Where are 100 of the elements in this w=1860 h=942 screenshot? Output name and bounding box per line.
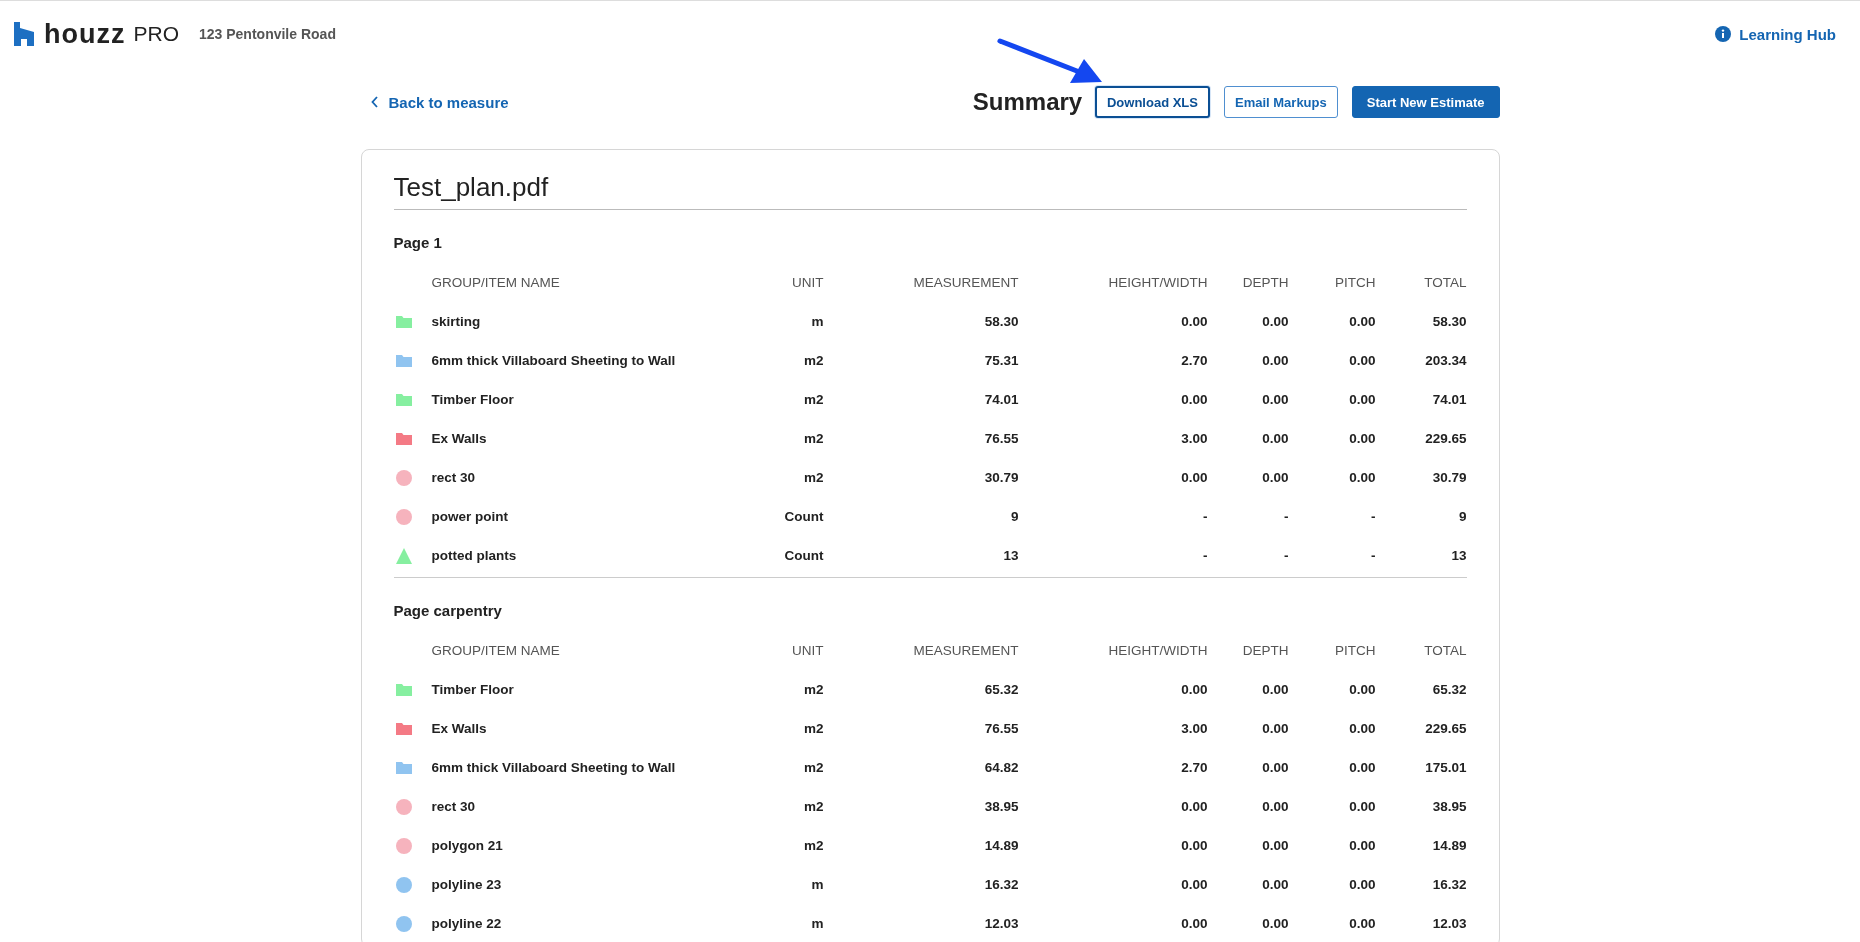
table-cell-text: 0.00: [1261, 838, 1289, 853]
table-cell-text: -: [1283, 548, 1289, 563]
table-cell-text: 58.30: [983, 314, 1019, 329]
table-cell-text: 14.89: [983, 838, 1019, 853]
table-cell-text: 203.34: [1424, 353, 1467, 368]
table-cell-text: 0.00: [1348, 799, 1376, 814]
learning-hub-link[interactable]: Learning Hub: [1715, 25, 1836, 43]
table-cell-text: 9: [1010, 509, 1019, 524]
item-name: skirting: [431, 314, 482, 329]
item-name: Timber Floor: [431, 392, 515, 407]
column-header: MEASUREMENT: [912, 275, 1019, 290]
table-cell-text: 2.70: [1180, 353, 1208, 368]
table-cell-text: m2: [803, 353, 824, 368]
page-title: Summary: [971, 88, 1083, 116]
item-name: potted plants: [431, 548, 518, 563]
table-cell-text: 16.32: [983, 877, 1019, 892]
table-cell-text: 0.00: [1261, 799, 1289, 814]
table-cell-text: 0.00: [1261, 314, 1289, 329]
table-cell-text: 0.00: [1348, 760, 1376, 775]
table-cell-text: 0.00: [1261, 916, 1289, 931]
column-header: UNIT: [791, 275, 824, 290]
section-title: Page carpentry: [393, 602, 503, 619]
item-name: power point: [431, 509, 509, 524]
logo-text: houzz: [44, 18, 126, 50]
table-cell-text: m2: [803, 721, 824, 736]
table-cell-text: 0.00: [1180, 470, 1208, 485]
table-cell-text: 76.55: [983, 721, 1019, 736]
table-cell-text: 0.00: [1261, 877, 1289, 892]
table-cell-text: m2: [803, 682, 824, 697]
item-name: polyline 23: [431, 877, 503, 892]
table-cell-text: 0.00: [1348, 916, 1376, 931]
table-cell-text: 0.00: [1261, 760, 1289, 775]
table-cell-text: 76.55: [983, 431, 1019, 446]
table-cell-text: 0.00: [1348, 682, 1376, 697]
table-cell-text: Count: [783, 509, 824, 524]
table-cell-text: 0.00: [1261, 682, 1289, 697]
table-cell-text: 65.32: [1431, 682, 1467, 697]
table-cell-text: 38.95: [1431, 799, 1467, 814]
table-cell-text: m: [810, 314, 824, 329]
table-cell-text: 75.31: [983, 353, 1019, 368]
column-header: HEIGHT/WIDTH: [1107, 275, 1208, 290]
logo-suffix: PRO: [133, 22, 179, 46]
table-cell-text: 175.01: [1424, 760, 1467, 775]
table-cell-text: 0.00: [1348, 721, 1376, 736]
info-icon: [1715, 26, 1732, 42]
houzz-logo-icon: [14, 22, 34, 46]
item-name: 6mm thick Villaboard Sheeting to Wall: [431, 353, 677, 368]
item-name: polyline 22: [431, 916, 503, 931]
action-button[interactable]: Start New Estimate: [1351, 86, 1500, 118]
table-cell-text: m2: [803, 431, 824, 446]
item-name: polygon 21: [431, 838, 504, 853]
column-header: GROUP/ITEM NAME: [431, 643, 561, 658]
table-cell-text: 0.00: [1348, 392, 1376, 407]
table-cell-text: 38.95: [983, 799, 1019, 814]
table-cell-text: 12.03: [983, 916, 1019, 931]
table-cell-text: 0.00: [1180, 314, 1208, 329]
table-cell-text: -: [1370, 548, 1376, 563]
table-cell-text: 0.00: [1348, 877, 1376, 892]
project-name: 123 Pentonvile Road: [199, 26, 336, 42]
table-cell-text: 0.00: [1180, 877, 1208, 892]
item-name: Timber Floor: [431, 682, 515, 697]
column-header: HEIGHT/WIDTH: [1107, 643, 1208, 658]
back-link[interactable]: Back to measure: [360, 93, 778, 111]
table-cell-text: 74.01: [983, 392, 1019, 407]
item-name: rect 30: [431, 799, 477, 814]
table-cell-text: m2: [803, 799, 824, 814]
table-cell-text: 0.00: [1348, 470, 1376, 485]
table-cell-text: 14.89: [1431, 838, 1467, 853]
table-cell-text: m: [810, 916, 824, 931]
table-cell-text: 16.32: [1431, 877, 1467, 892]
action-button[interactable]: Download XLS: [1094, 86, 1210, 118]
chevron-left-icon: [370, 96, 379, 108]
table-cell-text: 0.00: [1348, 838, 1376, 853]
column-header: MEASUREMENT: [912, 643, 1019, 658]
table-cell-text: 58.30: [1431, 314, 1467, 329]
table-cell-text: 2.70: [1180, 760, 1208, 775]
item-name: Ex Walls: [431, 431, 488, 446]
table-cell-text: Count: [783, 548, 824, 563]
table-cell-text: 0.00: [1180, 392, 1208, 407]
column-header: DEPTH: [1241, 275, 1289, 290]
table-cell-text: 0.00: [1180, 916, 1208, 931]
action-button[interactable]: Email Markups: [1223, 86, 1338, 118]
table-cell-text: -: [1202, 509, 1208, 524]
table-cell-text: 30.79: [1431, 470, 1467, 485]
item-name: 6mm thick Villaboard Sheeting to Wall: [431, 760, 677, 775]
table-cell-text: 0.00: [1261, 392, 1289, 407]
item-name: rect 30: [431, 470, 477, 485]
table-cell-text: 0.00: [1180, 799, 1208, 814]
table-cell-text: -: [1202, 548, 1208, 563]
table-cell-text: -: [1370, 509, 1376, 524]
table-cell-text: 0.00: [1348, 353, 1376, 368]
table-cell-text: m2: [803, 760, 824, 775]
column-header: PITCH: [1334, 643, 1376, 658]
column-header: PITCH: [1334, 275, 1376, 290]
column-header: TOTAL: [1423, 275, 1467, 290]
table-cell-text: 12.03: [1431, 916, 1467, 931]
table-cell-text: 65.32: [983, 682, 1019, 697]
table-cell-text: 74.01: [1431, 392, 1467, 407]
table-cell-text: m2: [803, 838, 824, 853]
table-cell-text: 0.00: [1261, 470, 1289, 485]
